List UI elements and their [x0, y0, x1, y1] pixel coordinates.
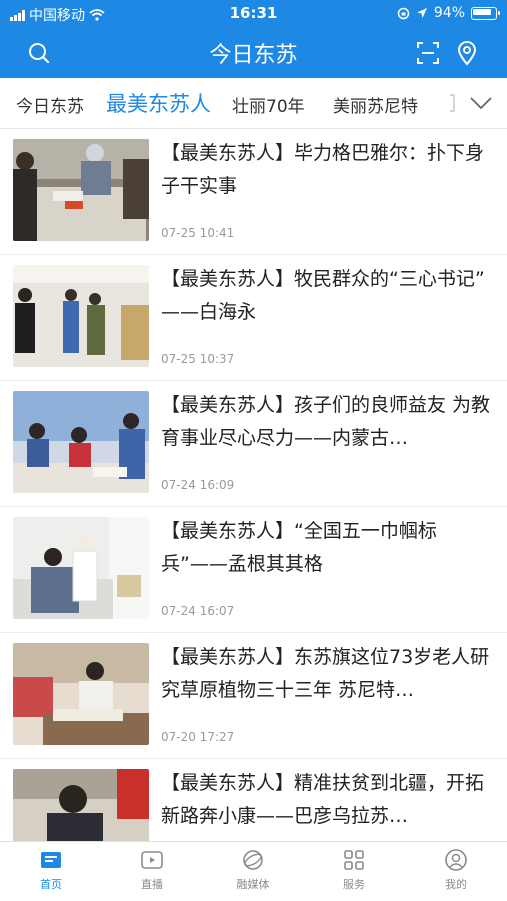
profile-icon: [445, 849, 467, 871]
news-title: 【最美东苏人】精准扶贫到北疆，开拓新路奔小康——巴彦乌拉苏…: [161, 772, 485, 827]
service-icon: [344, 850, 364, 870]
news-title: 【最美东苏人】东苏旗这位73岁老人研究草原植物三十三年 苏尼特…: [161, 646, 490, 701]
news-thumbnail: [13, 139, 149, 241]
news-time: 07-20 17:27: [161, 730, 235, 744]
location-arrow-icon: [416, 8, 427, 18]
news-item[interactable]: 【最美东苏人】东苏旗这位73岁老人研究草原植物三十三年 苏尼特… 07-20 1…: [0, 633, 507, 759]
news-time: 07-25 10:37: [161, 352, 235, 366]
tab-divider: [450, 94, 455, 112]
news-item[interactable]: 【最美东苏人】孩子们的良师益友 为教育事业尽心尽力——内蒙古… 07-24 16…: [0, 381, 507, 507]
battery-percent: 94%: [433, 5, 465, 21]
news-title: 【最美东苏人】牧民群众的“三心书记” ——白海永: [161, 268, 485, 323]
tab-beautiful-sunite[interactable]: 美丽苏尼特: [333, 92, 418, 117]
nav-live-label: 直播: [141, 878, 163, 891]
tab-70-years[interactable]: 壮丽70年: [232, 92, 305, 117]
location-pin-icon[interactable]: [454, 40, 480, 66]
orientation-lock-icon: [397, 7, 410, 19]
nav-service-label: 服务: [343, 878, 365, 891]
news-time: 07-25 10:41: [161, 226, 235, 240]
news-item[interactable]: 【最美东苏人】“全国五一巾帼标兵”——孟根其其格 07-24 16:07: [0, 507, 507, 633]
media-icon: [243, 850, 263, 870]
news-title: 【最美东苏人】“全国五一巾帼标兵”——孟根其其格: [161, 520, 437, 575]
nav-home[interactable]: 首页: [21, 848, 81, 892]
news-thumbnail: [13, 517, 149, 619]
news-thumbnail: [13, 643, 149, 745]
battery-icon: [471, 6, 500, 20]
live-icon: [141, 851, 163, 869]
home-icon: [41, 852, 61, 868]
nav-profile[interactable]: 我的: [426, 848, 486, 892]
tab-today-dongsu[interactable]: 今日东苏: [16, 92, 84, 117]
bottom-nav: 首页 直播 融媒体 服务 我的: [0, 841, 507, 901]
nav-service[interactable]: 服务: [324, 848, 384, 892]
news-item[interactable]: 【最美东苏人】毕力格巴雅尔：扑下身子干实事 07-25 10:41: [0, 129, 507, 255]
chevron-down-icon[interactable]: [469, 91, 493, 115]
news-thumbnail: [13, 265, 149, 367]
news-title: 【最美东苏人】孩子们的良师益友 为教育事业尽心尽力——内蒙古…: [161, 394, 491, 449]
news-time: 07-24 16:07: [161, 604, 235, 618]
news-thumbnail: [13, 391, 149, 493]
news-time: 07-24 16:09: [161, 478, 235, 492]
scan-icon[interactable]: [415, 40, 441, 66]
status-bar: 中国移动 16:31 94%: [0, 0, 507, 28]
news-item[interactable]: 【最美东苏人】牧民群众的“三心书记” ——白海永 07-25 10:37: [0, 255, 507, 381]
nav-media-label: 融媒体: [236, 878, 270, 891]
news-thumbnail: [13, 769, 149, 841]
category-tabs: 今日东苏 最美东苏人 壮丽70年 美丽苏尼特: [0, 78, 507, 129]
news-item[interactable]: 【最美东苏人】精准扶贫到北疆，开拓新路奔小康——巴彦乌拉苏…: [0, 759, 507, 841]
nav-profile-label: 我的: [445, 878, 467, 891]
app-header: 今日东苏: [0, 28, 507, 78]
nav-home-label: 首页: [40, 878, 62, 891]
news-list: 【最美东苏人】毕力格巴雅尔：扑下身子干实事 07-25 10:41 【最美东苏人…: [0, 129, 507, 841]
nav-media[interactable]: 融媒体: [223, 848, 283, 892]
nav-live[interactable]: 直播: [122, 848, 182, 892]
news-title: 【最美东苏人】毕力格巴雅尔：扑下身子干实事: [161, 142, 485, 197]
tab-most-beautiful-dongsu[interactable]: 最美东苏人: [106, 88, 211, 118]
